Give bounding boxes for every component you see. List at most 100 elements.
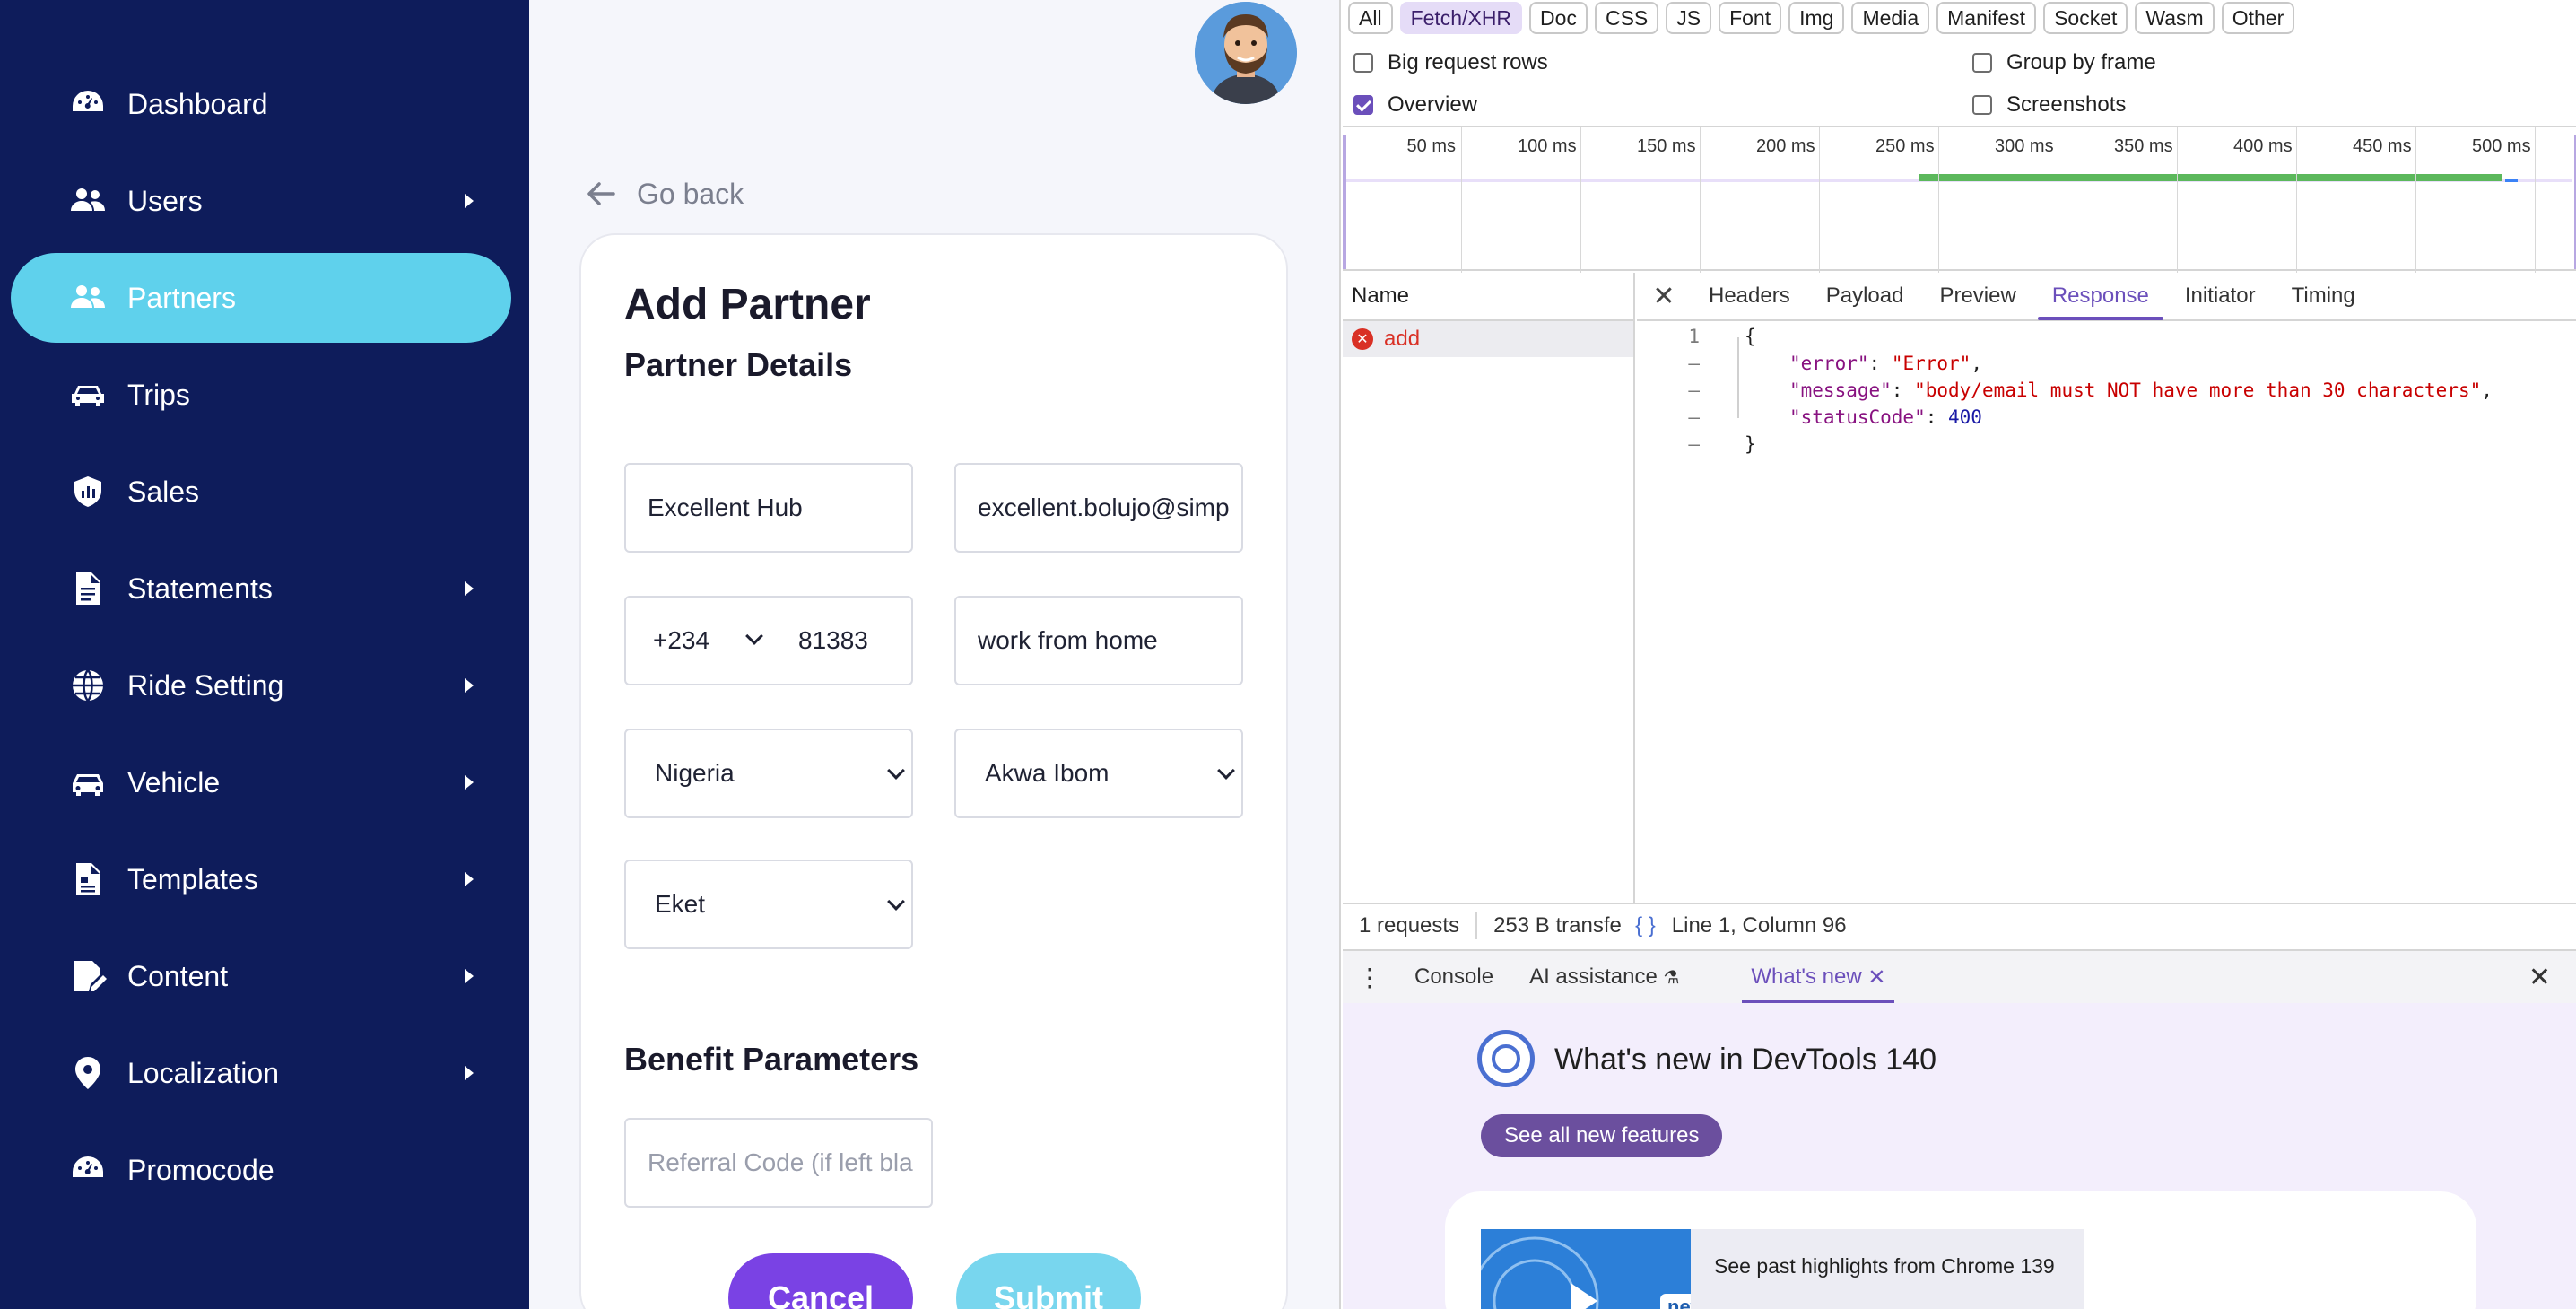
sidebar-item-ride-setting[interactable]: Ride Setting bbox=[11, 641, 511, 730]
sidebar-item-users[interactable]: Users bbox=[11, 156, 511, 246]
sidebar-item-templates[interactable]: Templates bbox=[11, 834, 511, 924]
response-viewer[interactable]: 1 { – "error": "Error", – "message": "bo… bbox=[1637, 321, 2576, 903]
sidebar-item-label: Dashboard bbox=[127, 87, 268, 120]
new-badge: new bbox=[1660, 1294, 1691, 1309]
request-row[interactable]: ✕ add bbox=[1343, 321, 1633, 357]
filter-all[interactable]: All bbox=[1348, 2, 1393, 34]
main-content: Go back Add Partner Partner Details Exce… bbox=[529, 0, 1339, 1309]
filter-manifest[interactable]: Manifest bbox=[1936, 2, 2037, 34]
close-icon[interactable]: ✕ bbox=[1637, 281, 1691, 312]
chevron-down-icon bbox=[1217, 762, 1235, 780]
screenshots-checkbox[interactable]: Screenshots bbox=[1972, 92, 2126, 118]
tab-console[interactable]: Console bbox=[1397, 950, 1511, 1004]
timeline-selection-handle-left[interactable] bbox=[1343, 135, 1346, 269]
referral-code-input[interactable]: Referral Code (if left bla bbox=[624, 1118, 933, 1208]
tab-ai-assistance[interactable]: AI assistance ⚗ bbox=[1511, 950, 1697, 1004]
tab-preview[interactable]: Preview bbox=[1921, 272, 2033, 320]
arrow-left-icon bbox=[587, 182, 615, 205]
json-string: "Error" bbox=[1891, 353, 1971, 374]
timeline-gridline bbox=[2177, 127, 2178, 273]
user-avatar[interactable] bbox=[1195, 2, 1297, 104]
code-text: "statusCode": 400 bbox=[1789, 406, 1982, 428]
sidebar-item-label: Sales bbox=[127, 475, 200, 508]
sidebar-item-sales[interactable]: Sales bbox=[11, 447, 511, 537]
submit-button[interactable]: Submit bbox=[956, 1253, 1141, 1309]
timeline-tick-label: 50 ms bbox=[1406, 136, 1456, 156]
city-select[interactable]: Eket bbox=[624, 860, 913, 949]
cursor-position: Line 1, Column 96 bbox=[1671, 913, 1847, 938]
section-title-benefit-parameters: Benefit Parameters bbox=[624, 1041, 919, 1078]
filter-other[interactable]: Other bbox=[2221, 2, 2295, 34]
network-filter-bar: All Fetch/XHR Doc CSS JS Font Img Media Manifest… bbox=[1348, 0, 2295, 36]
close-drawer-icon[interactable]: ✕ bbox=[2511, 950, 2569, 1004]
big-request-rows-checkbox[interactable]: Big request rows bbox=[1353, 50, 1548, 75]
sidebar-item-dashboard[interactable]: Dashboard bbox=[11, 59, 511, 149]
filter-fetch-xhr[interactable]: Fetch/XHR bbox=[1399, 2, 1523, 34]
sidebar-item-statements[interactable]: Statements bbox=[11, 544, 511, 633]
cancel-button[interactable]: Cancel bbox=[728, 1253, 913, 1309]
caret-right-icon bbox=[465, 678, 474, 693]
overview-checkbox[interactable]: Overview bbox=[1353, 92, 1477, 118]
timeline-gridline bbox=[2415, 127, 2416, 273]
timeline-gridline bbox=[1938, 127, 1939, 273]
group-by-frame-checkbox[interactable]: Group by frame bbox=[1972, 50, 2156, 75]
network-overview-timeline[interactable]: 50 ms 100 ms 150 ms 200 ms 250 ms 300 ms 350 m… bbox=[1343, 126, 2576, 273]
see-all-features-button[interactable]: See all new features bbox=[1481, 1114, 1723, 1157]
highlights-card[interactable]: new See past highlights from Chrome 139 bbox=[1445, 1191, 2476, 1309]
state-select[interactable]: Akwa Ibom bbox=[954, 729, 1243, 818]
phone-field[interactable]: +234 81383 bbox=[624, 596, 913, 685]
json-key: "message" bbox=[1789, 380, 1892, 401]
filter-img[interactable]: Img bbox=[1788, 2, 1845, 34]
timeline-tick-label: 400 ms bbox=[2233, 136, 2293, 156]
code-text: "error": "Error", bbox=[1789, 353, 1982, 374]
sidebar-item-promocode[interactable]: Promocode bbox=[11, 1125, 511, 1215]
filter-wasm[interactable]: Wasm bbox=[2135, 2, 2215, 34]
tab-payload[interactable]: Payload bbox=[1808, 272, 1922, 320]
more-options-icon[interactable]: ⋮ bbox=[1343, 950, 1397, 1004]
filter-media[interactable]: Media bbox=[1851, 2, 1930, 34]
sidebar-item-partners[interactable]: Partners bbox=[11, 253, 511, 343]
sidebar-item-content[interactable]: Content bbox=[11, 931, 511, 1021]
fold-gutter bbox=[1737, 337, 1739, 418]
sidebar-item-label: Statements bbox=[127, 572, 273, 605]
video-thumbnail[interactable]: new bbox=[1481, 1229, 1691, 1309]
json-number: 400 bbox=[1948, 406, 1982, 428]
pretty-print-icon[interactable]: { } bbox=[1630, 912, 1668, 939]
filter-socket[interactable]: Socket bbox=[2043, 2, 2128, 34]
checkbox-box bbox=[1972, 53, 1992, 73]
close-icon[interactable]: ✕ bbox=[1867, 964, 1885, 990]
partner-name-value: Excellent Hub bbox=[648, 493, 803, 521]
tab-headers[interactable]: Headers bbox=[1691, 272, 1808, 320]
address-field[interactable]: work from home bbox=[954, 596, 1243, 685]
users-icon bbox=[59, 172, 117, 230]
filter-css[interactable]: CSS bbox=[1594, 2, 1659, 34]
line-number: – bbox=[1688, 380, 1700, 401]
go-back-link[interactable]: Go back bbox=[583, 176, 744, 212]
name-column-header[interactable]: Name bbox=[1343, 273, 1633, 321]
filter-font[interactable]: Font bbox=[1719, 2, 1782, 34]
timeline-gridline bbox=[2535, 127, 2536, 273]
phone-code-select[interactable]: +234 bbox=[653, 626, 709, 655]
sidebar-item-vehicle[interactable]: Vehicle bbox=[11, 737, 511, 827]
line-number: 1 bbox=[1688, 326, 1700, 347]
email-field[interactable]: excellent.bolujo@simp bbox=[954, 463, 1243, 553]
sidebar-item-label: Vehicle bbox=[127, 765, 221, 798]
partners-icon bbox=[59, 269, 117, 327]
city-value: Eket bbox=[655, 890, 706, 918]
group-by-frame-label: Group by frame bbox=[2006, 50, 2156, 74]
tab-initiator[interactable]: Initiator bbox=[2167, 272, 2274, 320]
tab-whats-new[interactable]: What's new ✕ bbox=[1733, 950, 1903, 1004]
filter-doc[interactable]: Doc bbox=[1529, 2, 1588, 34]
tab-timing[interactable]: Timing bbox=[2274, 272, 2373, 320]
chevron-down-icon bbox=[887, 762, 905, 780]
sidebar-item-trips[interactable]: Trips bbox=[11, 350, 511, 440]
country-select[interactable]: Nigeria bbox=[624, 729, 913, 818]
filter-js[interactable]: JS bbox=[1666, 2, 1712, 34]
country-value: Nigeria bbox=[655, 759, 735, 787]
partner-name-field[interactable]: Excellent Hub bbox=[624, 463, 913, 553]
tab-response[interactable]: Response bbox=[2034, 272, 2167, 320]
transferred-size: 253 B transfe bbox=[1493, 913, 1622, 938]
document-icon bbox=[59, 560, 117, 617]
timeline-tick-label: 100 ms bbox=[1518, 136, 1577, 156]
sidebar-item-localization[interactable]: Localization bbox=[11, 1028, 511, 1118]
